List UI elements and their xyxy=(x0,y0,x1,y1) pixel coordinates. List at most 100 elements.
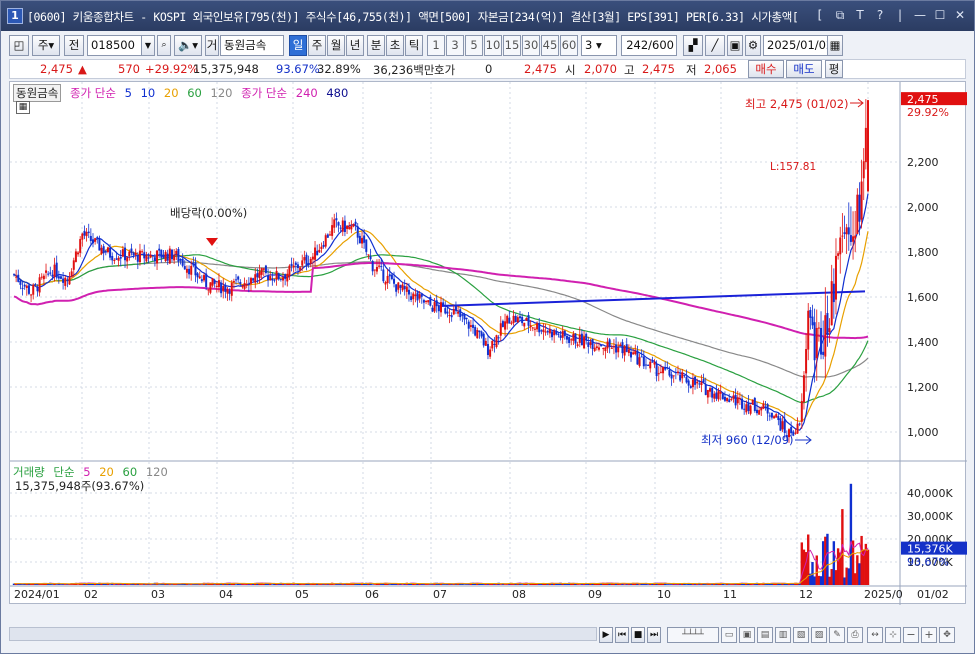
arrow-left-right-icon[interactable]: ↔ xyxy=(867,627,883,643)
period-tick-button[interactable]: 틱 xyxy=(405,35,423,56)
buy-button[interactable]: 매수 xyxy=(748,60,784,78)
candle-type-icon[interactable]: ▞ xyxy=(683,35,703,56)
interval-30-button[interactable]: 30 xyxy=(522,35,540,56)
candle-body xyxy=(166,253,169,261)
sell-button[interactable]: 매도 xyxy=(786,60,822,78)
line-tool-icon[interactable]: ╱ xyxy=(705,35,725,56)
candle-body xyxy=(442,302,445,306)
chart-scroll-bar: ▶ ⏮ ■ ⏭ ┴┴┴┴ ▭ ▣ ▤ ▥ ▧ ▨ ✎ ⎙ ↔ ⊹ − + ✥ xyxy=(9,625,966,645)
table-icon[interactable]: ▦ xyxy=(16,101,30,114)
maximize-icon[interactable]: ☐ xyxy=(932,7,948,23)
candle-body xyxy=(854,235,857,239)
code-dropdown-icon[interactable]: ▼ xyxy=(141,35,155,56)
candle-body xyxy=(822,351,825,355)
candle-body xyxy=(249,278,252,284)
scroll-end-icon[interactable]: ⏭ xyxy=(647,627,661,643)
candle-body xyxy=(299,267,302,271)
minimize-icon[interactable]: — xyxy=(912,7,928,23)
volume-bar xyxy=(623,584,626,585)
candle-body xyxy=(215,285,218,287)
help-icon[interactable]: ? xyxy=(872,7,888,23)
view-b-icon[interactable]: ▤ xyxy=(757,627,773,643)
count-field[interactable]: 242/600 xyxy=(621,35,677,56)
chart-canvas[interactable]: L:157.81 2,200 2,000 1,800 1,600 1,400 1,200 1,… xyxy=(10,82,967,605)
calendar-icon[interactable]: ▦ xyxy=(827,35,843,56)
period-type-select[interactable]: 주▾ xyxy=(32,35,60,56)
interval-60-button[interactable]: 60 xyxy=(560,35,578,56)
volume-bar xyxy=(96,584,99,585)
window-number-badge[interactable]: 1 xyxy=(7,8,23,24)
zoom-in-icon[interactable]: + xyxy=(921,627,937,643)
scroll-track[interactable] xyxy=(9,627,597,641)
interval-1-button[interactable]: 1 xyxy=(427,35,445,56)
interval-45-button[interactable]: 45 xyxy=(541,35,559,56)
candle-body xyxy=(207,289,210,291)
view-a-icon[interactable]: ▣ xyxy=(739,627,755,643)
period-minute-button[interactable]: 분 xyxy=(367,35,385,56)
view-d-icon[interactable]: ▧ xyxy=(793,627,809,643)
scroll-start-icon[interactable]: ⏮ xyxy=(615,627,629,643)
candle-body xyxy=(275,270,278,280)
candle-body xyxy=(136,255,139,262)
candle-body xyxy=(358,235,361,244)
candle-body xyxy=(431,307,434,312)
candle-body xyxy=(361,238,364,244)
candle-body xyxy=(418,294,421,299)
candle-body xyxy=(760,407,763,411)
stop-icon[interactable]: ■ xyxy=(631,627,645,643)
search-icon[interactable]: ⌕ xyxy=(157,35,171,56)
bracket-icon[interactable]: [ xyxy=(812,7,828,23)
view-e-icon[interactable]: ▨ xyxy=(811,627,827,643)
volume-bar xyxy=(373,584,377,585)
candle-body xyxy=(617,347,620,353)
candle-body xyxy=(437,305,440,312)
candle-body xyxy=(62,278,65,283)
candle-body xyxy=(301,260,304,266)
interval-15-button[interactable]: 15 xyxy=(503,35,521,56)
period-second-button[interactable]: 초 xyxy=(386,35,404,56)
sound-icon[interactable]: 🔈▾ xyxy=(174,35,202,56)
sound-toggle-button[interactable]: 거 xyxy=(205,35,219,56)
chart-area[interactable]: L:157.81 2,200 2,000 1,800 1,600 1,400 1,200 1,… xyxy=(9,81,967,605)
print-icon[interactable]: ⎙ xyxy=(847,627,863,643)
stock-legend-label[interactable]: 동원금속 xyxy=(13,84,62,102)
period-day-button[interactable]: 일 xyxy=(289,35,307,56)
candle-body xyxy=(542,329,545,333)
period-month-button[interactable]: 월 xyxy=(327,35,345,56)
candle-body xyxy=(284,274,287,279)
drawing-icon[interactable]: ✎ xyxy=(829,627,845,643)
interval-10-button[interactable]: 10 xyxy=(484,35,502,56)
candle-body xyxy=(130,248,133,253)
candle-body xyxy=(290,263,293,266)
save-icon[interactable]: ▣ xyxy=(727,35,743,56)
period-week-button[interactable]: 주 xyxy=(308,35,326,56)
pin-icon[interactable]: T xyxy=(852,7,868,23)
candle-body xyxy=(433,302,436,312)
scroll-right-icon[interactable]: ▶ xyxy=(599,627,613,643)
period-year-button[interactable]: 년 xyxy=(346,35,364,56)
zoom-out-icon[interactable]: − xyxy=(903,627,919,643)
candle-body xyxy=(346,225,349,230)
slider-icon[interactable]: ▭ xyxy=(721,627,737,643)
zoom-ruler-icon[interactable]: ┴┴┴┴ xyxy=(667,627,719,643)
volume-bar xyxy=(108,584,112,585)
hand-icon[interactable]: ✥ xyxy=(939,627,955,643)
view-c-icon[interactable]: ▥ xyxy=(775,627,791,643)
move-icon[interactable]: ⊹ xyxy=(885,627,901,643)
candle-body xyxy=(476,330,479,339)
layout-icon[interactable]: ◰ xyxy=(9,35,29,56)
prev-button[interactable]: 전 xyxy=(64,35,84,56)
restore-icon[interactable]: ⧉ xyxy=(832,7,848,23)
interval-5-button[interactable]: 5 xyxy=(465,35,483,56)
interval-3-button[interactable]: 3 xyxy=(446,35,464,56)
x-axis-label: 08 xyxy=(512,588,526,601)
candle-body xyxy=(183,266,186,270)
eval-button[interactable]: 평 xyxy=(825,60,843,78)
candle-body xyxy=(672,375,675,377)
candle-body xyxy=(91,239,94,244)
candle-body xyxy=(691,379,694,388)
close-icon[interactable]: ✕ xyxy=(952,7,968,23)
settings-gear-icon[interactable]: ⚙ xyxy=(745,35,761,56)
interval-value-select[interactable]: 3 ▾ xyxy=(581,35,617,56)
candle-body xyxy=(356,226,359,238)
